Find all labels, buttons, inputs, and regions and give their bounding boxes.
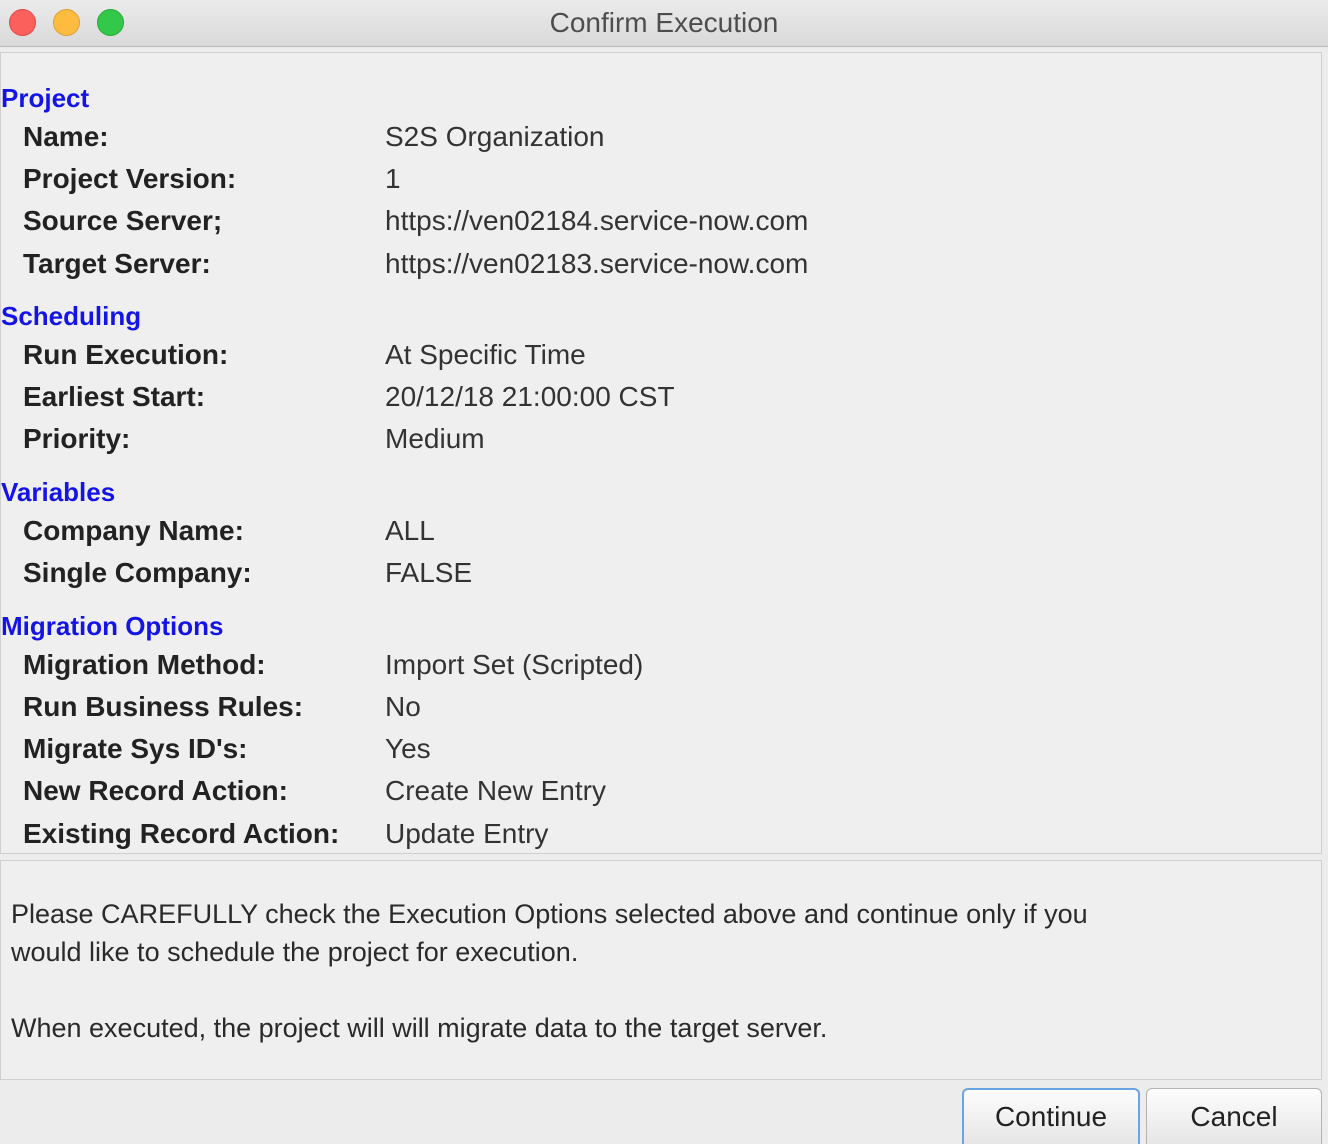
execution-details-panel: Project Name: S2S Organization Project V… bbox=[0, 52, 1322, 854]
detail-label: Priority: bbox=[23, 423, 131, 454]
message-line: When executed, the project will will mig… bbox=[11, 1013, 828, 1043]
detail-row-run-execution: Run Execution: At Specific Time bbox=[23, 339, 1223, 375]
detail-label: Run Execution: bbox=[23, 339, 229, 370]
detail-label: Existing Record Action: bbox=[23, 818, 340, 849]
detail-value: 1 bbox=[385, 163, 401, 194]
detail-row-new-record-action: New Record Action: Create New Entry bbox=[23, 775, 1223, 811]
detail-value: 20/12/18 21:00:00 CST bbox=[385, 381, 675, 412]
detail-label: Company Name: bbox=[23, 515, 244, 546]
detail-value: At Specific Time bbox=[385, 339, 586, 370]
detail-value: https://ven02184.service-now.com bbox=[385, 205, 809, 236]
detail-row-company-name: Company Name: ALL bbox=[23, 515, 1223, 551]
section-title-migration-options: Migration Options bbox=[1, 611, 224, 641]
detail-label: Earliest Start: bbox=[23, 381, 206, 412]
section-title-scheduling: Scheduling bbox=[1, 301, 142, 331]
message-line: Please CAREFULLY check the Execution Opt… bbox=[11, 899, 1088, 929]
cancel-button[interactable]: Cancel bbox=[1146, 1088, 1322, 1144]
detail-row-migration-method: Migration Method: Import Set (Scripted) bbox=[23, 649, 1223, 685]
detail-label: Single Company: bbox=[23, 557, 252, 588]
detail-value: https://ven02183.service-now.com bbox=[385, 248, 809, 279]
detail-row-single-company: Single Company: FALSE bbox=[23, 557, 1223, 593]
detail-value: No bbox=[385, 691, 421, 722]
message-line: would like to schedule the project for e… bbox=[11, 937, 579, 967]
detail-label: Source Server; bbox=[23, 205, 223, 236]
detail-value: Import Set (Scripted) bbox=[385, 649, 644, 680]
confirmation-message-panel: Please CAREFULLY check the Execution Opt… bbox=[0, 860, 1322, 1080]
detail-row-target-server: Target Server: https://ven02183.service-… bbox=[23, 248, 1223, 284]
detail-row-name: Name: S2S Organization bbox=[23, 121, 1223, 157]
detail-label: Migration Method: bbox=[23, 649, 266, 680]
detail-row-earliest-start: Earliest Start: 20/12/18 21:00:00 CST bbox=[23, 381, 1223, 417]
continue-button[interactable]: Continue bbox=[962, 1088, 1140, 1144]
detail-row-project-version: Project Version: 1 bbox=[23, 163, 1223, 199]
detail-row-priority: Priority: Medium bbox=[23, 423, 1223, 459]
detail-value: Yes bbox=[385, 733, 431, 764]
detail-value: FALSE bbox=[385, 557, 473, 588]
detail-label: New Record Action: bbox=[23, 775, 288, 806]
detail-value: Update Entry bbox=[385, 818, 549, 849]
detail-value: ALL bbox=[385, 515, 435, 546]
detail-label: Project Version: bbox=[23, 163, 237, 194]
detail-row-run-business-rules: Run Business Rules: No bbox=[23, 691, 1223, 727]
window-title: Confirm Execution bbox=[549, 7, 779, 38]
detail-label: Migrate Sys ID's: bbox=[23, 733, 248, 764]
detail-row-migrate-sys-ids: Migrate Sys ID's: Yes bbox=[23, 733, 1223, 769]
section-title-variables: Variables bbox=[1, 477, 116, 507]
section-title-project: Project bbox=[1, 83, 90, 113]
detail-value: S2S Organization bbox=[385, 121, 605, 152]
detail-value: Medium bbox=[385, 423, 485, 454]
detail-label: Target Server: bbox=[23, 248, 211, 279]
detail-row-source-server: Source Server; https://ven02184.service-… bbox=[23, 205, 1223, 241]
detail-row-existing-record-action: Existing Record Action: Update Entry bbox=[23, 818, 1223, 854]
detail-label: Name: bbox=[23, 121, 109, 152]
title-bar: Confirm Execution bbox=[0, 0, 1328, 47]
detail-label: Run Business Rules: bbox=[23, 691, 304, 722]
detail-value: Create New Entry bbox=[385, 775, 606, 806]
